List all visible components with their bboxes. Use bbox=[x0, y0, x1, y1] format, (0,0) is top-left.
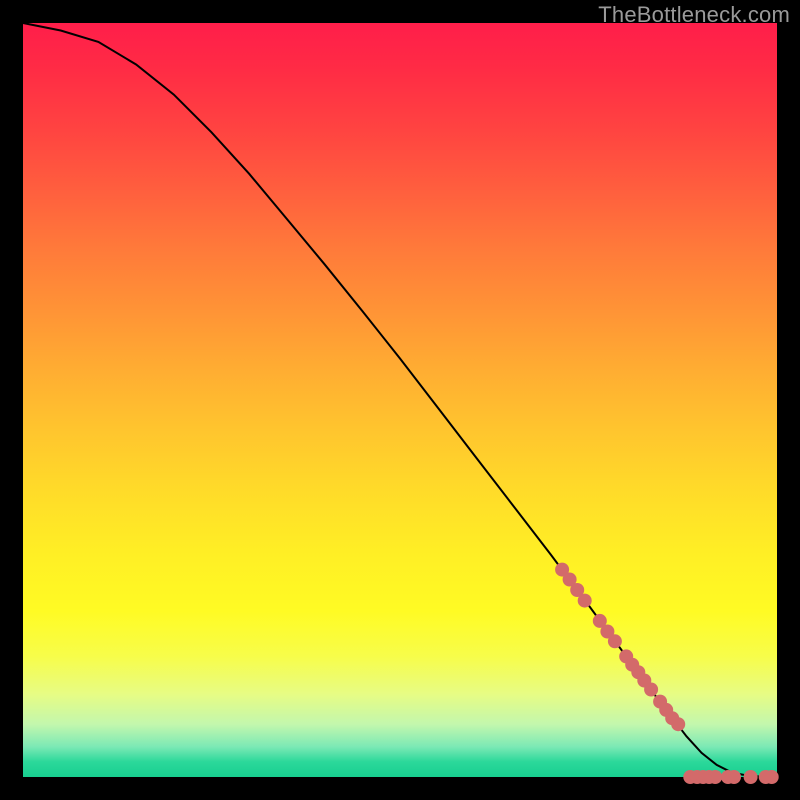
bottleneck-curve bbox=[23, 23, 777, 777]
chart-frame: TheBottleneck.com bbox=[0, 0, 800, 800]
watermark-text: TheBottleneck.com bbox=[598, 2, 790, 28]
data-points-group bbox=[555, 563, 779, 784]
chart-svg bbox=[23, 23, 777, 777]
data-point bbox=[671, 717, 685, 731]
data-point bbox=[644, 683, 658, 697]
data-point bbox=[578, 594, 592, 608]
plot-area bbox=[23, 23, 777, 777]
data-point bbox=[608, 634, 622, 648]
data-point bbox=[744, 770, 758, 784]
data-point bbox=[765, 770, 779, 784]
data-point bbox=[708, 770, 722, 784]
data-point bbox=[727, 770, 741, 784]
